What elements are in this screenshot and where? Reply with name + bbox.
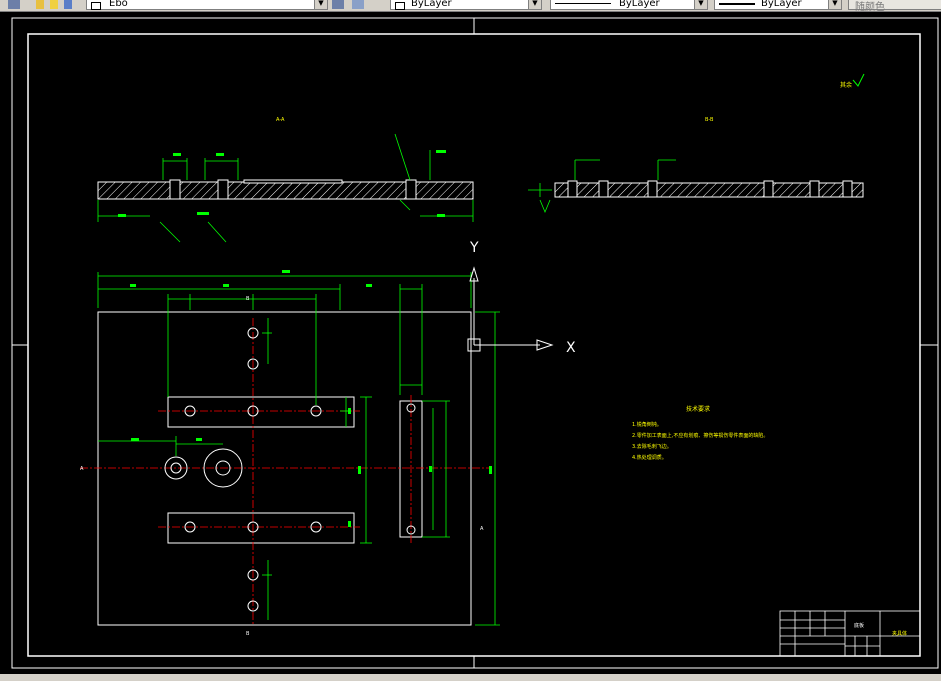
svg-text:4.热处理调质。: 4.热处理调质。	[632, 454, 667, 461]
color-value: ByLayer	[411, 0, 452, 9]
chevron-down-icon[interactable]: ▼	[528, 0, 541, 9]
svg-text:夹具体: 夹具体	[892, 630, 907, 637]
svg-text:底板: 底板	[854, 622, 864, 629]
svg-text:技术要求: 技术要求	[686, 405, 710, 413]
section-b-b: B-B	[528, 117, 864, 214]
sheet-outer-border	[11, 17, 939, 669]
properties-toolbar: Ebo ▼ ByLayer ▼ ByLayer ▼ ByLayer ▼ 随颜色	[0, 0, 941, 12]
plotstyle-dropdown[interactable]: 随颜色	[848, 0, 941, 12]
technical-requirements: 技术要求 1.锐角倒钝。 2.零件加工表面上,不应有划痕、擦伤等损伤零件表面的缺…	[632, 405, 768, 461]
lineweight-sample	[719, 3, 755, 5]
svg-text:其余: 其余	[840, 81, 852, 89]
lineweight-value: ByLayer	[761, 0, 802, 9]
roughness-note: 其余	[840, 73, 865, 89]
linetype-value: ByLayer	[619, 0, 660, 9]
color-dropdown[interactable]: ByLayer ▼	[390, 0, 542, 10]
layer-color-swatch	[91, 2, 101, 10]
sun-icon[interactable]	[50, 0, 58, 9]
svg-text:3.去除毛刺飞边。: 3.去除毛刺飞边。	[632, 443, 672, 450]
plan-view: A A B B	[80, 270, 500, 637]
svg-text:B: B	[246, 631, 250, 637]
layer-dropdown[interactable]: Ebo ▼	[86, 0, 328, 10]
linetype-dropdown[interactable]: ByLayer ▼	[550, 0, 708, 10]
chevron-down-icon[interactable]: ▼	[828, 0, 841, 9]
layer-previous-icon[interactable]	[352, 0, 364, 9]
svg-text:2.零件加工表面上,不应有划痕、擦伤等损伤零件表面的缺陷。: 2.零件加工表面上,不应有划痕、擦伤等损伤零件表面的缺陷。	[632, 432, 768, 439]
drawing-canvas[interactable]: 其余 A-A B-B A A B B Y X 技术要求 1.锐角倒钝。 2.零件…	[0, 12, 941, 681]
layers-icon[interactable]	[8, 0, 20, 9]
chevron-down-icon[interactable]: ▼	[314, 0, 327, 9]
ucs-x-label: X	[566, 340, 576, 356]
ucs-icon: Y X	[467, 240, 576, 356]
svg-text:A: A	[480, 526, 484, 532]
section-a-a: A-A	[97, 117, 474, 243]
chevron-down-icon[interactable]: ▼	[694, 0, 707, 9]
centering-marks	[12, 18, 938, 668]
status-strip	[0, 674, 941, 681]
lineweight-dropdown[interactable]: ByLayer ▼	[714, 0, 842, 10]
color-swatch	[395, 2, 405, 10]
svg-text:A-A: A-A	[276, 117, 285, 123]
title-block: 底板 夹具体	[779, 610, 921, 657]
bulb-icon[interactable]	[36, 0, 44, 9]
layer-name: Ebo	[109, 0, 128, 9]
svg-text:A: A	[80, 466, 84, 472]
svg-text:1.锐角倒钝。: 1.锐角倒钝。	[632, 421, 662, 428]
svg-text:B-B: B-B	[705, 117, 714, 123]
svg-text:B: B	[246, 296, 250, 302]
lock-icon[interactable]	[64, 0, 72, 9]
ucs-y-label: Y	[469, 240, 479, 256]
linetype-sample	[555, 3, 611, 4]
plotstyle-value: 随颜色	[855, 2, 885, 12]
make-current-icon[interactable]	[332, 0, 344, 9]
